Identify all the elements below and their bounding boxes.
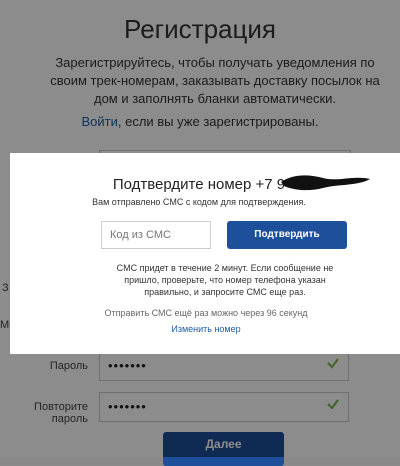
confirm-button[interactable]: Подтвердить — [227, 221, 347, 249]
modal-subtitle: Вам отправлено СМС с кодом для подтвержд… — [92, 197, 306, 207]
confirm-phone-modal: Подтвердите номер +7 9 Вам отправлено СМ… — [10, 153, 400, 354]
sms-note: СМС придет в течение 2 минут. Если сообщ… — [116, 263, 334, 297]
redaction-scribble — [281, 175, 370, 191]
change-number-link[interactable]: Изменить номер — [10, 324, 400, 334]
resend-timer: Отправить СМС ещё раз можно через 96 сек… — [104, 308, 308, 318]
sms-code-input[interactable] — [101, 221, 211, 249]
